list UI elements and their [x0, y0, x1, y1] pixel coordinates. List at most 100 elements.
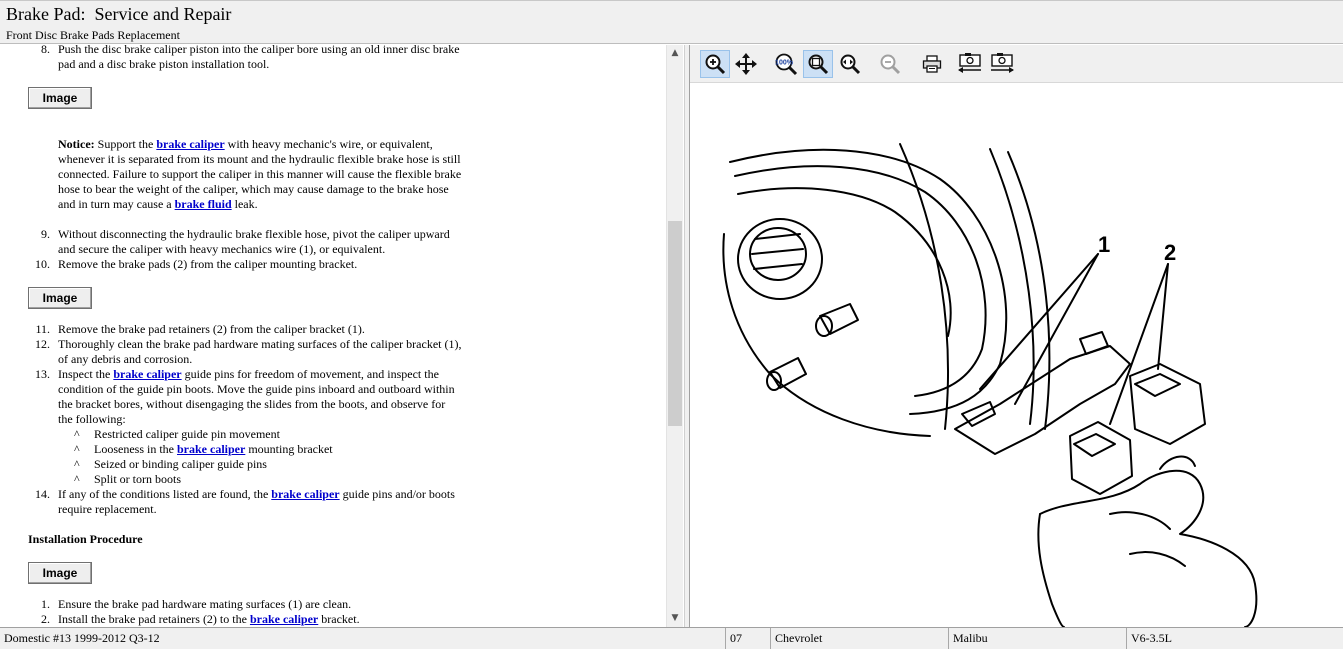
scroll-up-arrow-icon[interactable]: ▲ — [667, 45, 683, 62]
page-title: Brake Pad: Service and Repair — [6, 4, 232, 24]
status-engine: V6-3.5L — [1126, 628, 1343, 649]
step-text: Thoroughly clean the brake pad hardware … — [58, 337, 462, 351]
actual-size-button[interactable]: 100% — [771, 50, 801, 78]
step-text: bracket. — [318, 612, 360, 626]
brake-caliper-link[interactable]: brake caliper — [271, 487, 339, 501]
scroll-thumb[interactable] — [668, 221, 682, 426]
step-number: 14. — [35, 487, 50, 501]
step-number: 9. — [41, 227, 50, 241]
zoom-out-icon — [880, 54, 901, 75]
zoom-in-button[interactable] — [700, 50, 730, 78]
notice-text: with heavy mechanic's wire, or equivalen… — [224, 137, 433, 151]
rotor-face-arc — [737, 187, 952, 337]
step-text: If any of the conditions listed are foun… — [58, 487, 272, 501]
fit-window-button[interactable] — [803, 50, 833, 78]
notice-text: hose to bear the weight of the caliper, … — [58, 182, 449, 196]
bullet-text: Seized or binding caliper guide pins — [94, 457, 267, 471]
backing-plate-edge — [899, 143, 949, 430]
image-button[interactable]: Image — [28, 87, 92, 109]
image-viewer-pane: 100% 1 2 — [690, 45, 1343, 627]
notice-paragraph: Notice: Support the brake caliper with h… — [58, 137, 508, 212]
zoom-100-icon: 100% — [775, 53, 798, 76]
step-text: and secure the caliper with heavy mechan… — [58, 242, 386, 256]
bracket-retainer-clip — [1079, 331, 1109, 355]
brake-fluid-link[interactable]: brake fluid — [175, 197, 232, 211]
step-number: 13. — [35, 367, 50, 381]
step-number: 8. — [41, 45, 50, 56]
zoom-in-icon — [705, 54, 726, 75]
callout-2-leader — [1109, 263, 1169, 425]
caret-bullet-icon: ^ — [74, 457, 80, 471]
step-text: the following: — [58, 412, 126, 426]
page-subtitle: Front Disc Brake Pads Replacement — [6, 28, 180, 42]
status-make: Chevrolet — [770, 628, 948, 649]
pad-clip — [1073, 433, 1116, 457]
step-text: condition of the guide pin boots. Move t… — [58, 382, 455, 396]
vertical-scrollbar[interactable]: ▲ ▼ — [666, 45, 683, 627]
pan-arrows-icon — [735, 53, 757, 75]
brake-caliper-diagram: 1 2 — [722, 143, 1258, 627]
hub-thread-lines — [751, 233, 804, 270]
scroll-down-arrow-icon[interactable]: ▼ — [667, 610, 683, 627]
wheel-stud-end — [815, 315, 833, 337]
brake-caliper-link[interactable]: brake caliper — [156, 137, 224, 151]
step-text: Remove the brake pad retainers (2) from … — [58, 322, 365, 336]
brake-caliper-link[interactable]: brake caliper — [250, 612, 318, 626]
status-model: Malibu — [948, 628, 1126, 649]
document-header: Brake Pad: Service and Repair Front Disc… — [0, 0, 1343, 44]
notice-text: leak. — [231, 197, 258, 211]
pad-clip — [1134, 373, 1181, 397]
notice-text: connected. Failure to support the calipe… — [58, 167, 462, 181]
installation-procedure-heading: Installation Procedure — [28, 532, 143, 546]
status-bar: Domestic #13 1999-2012 Q3-12 07 Chevrole… — [0, 627, 1343, 649]
step-text: Without disconnecting the hydraulic brak… — [58, 227, 450, 241]
callout-1-label: 1 — [1098, 232, 1110, 257]
callout-2-label: 2 — [1164, 240, 1176, 265]
step-text: the bracket bores, without disengaging t… — [58, 397, 446, 411]
copy-image-button[interactable] — [955, 50, 985, 78]
step-number: 11. — [35, 322, 50, 336]
image-button[interactable]: Image — [28, 562, 92, 584]
hand-wrist — [1037, 513, 1065, 627]
image-button[interactable]: Image — [28, 287, 92, 309]
step-text: Install the brake pad retainers (2) to t… — [58, 612, 250, 626]
step-text: guide pins for freedom of movement, and … — [181, 367, 439, 381]
fit-width-button[interactable] — [835, 50, 865, 78]
finger-crease — [1129, 551, 1186, 567]
save-image-button[interactable] — [987, 50, 1017, 78]
step-number: 12. — [35, 337, 50, 351]
step-text: guide pins and/or boots — [339, 487, 455, 501]
brake-caliper-link[interactable]: brake caliper — [113, 367, 181, 381]
bullet-text: mounting bracket — [245, 442, 333, 456]
caret-bullet-icon: ^ — [74, 442, 80, 456]
zoom-100-label: 100% — [775, 60, 794, 67]
finger-crease — [1109, 511, 1171, 530]
camera-left-icon — [958, 53, 981, 73]
callout-1-leader — [979, 253, 1099, 390]
step-text: Remove the brake pads (2) from the calip… — [58, 257, 358, 271]
caret-bullet-icon: ^ — [74, 472, 80, 486]
brake-caliper-link[interactable]: brake caliper — [177, 442, 245, 456]
notice-label: Notice: — [58, 137, 95, 151]
hand-outline — [1039, 469, 1258, 627]
step-text: Push the disc brake caliper piston into … — [58, 45, 460, 56]
bullet-text: Split or torn boots — [94, 472, 182, 486]
camera-right-icon — [991, 53, 1014, 73]
notice-text: whenever it is separated from its mount … — [58, 152, 461, 166]
fit-width-icon — [840, 54, 861, 75]
brake-pad-lower — [1069, 421, 1133, 495]
step-text: Inspect the — [58, 367, 114, 381]
step-number: 1. — [41, 597, 50, 611]
pan-button[interactable] — [731, 50, 761, 78]
print-button[interactable] — [917, 50, 947, 78]
brake-pad-upper — [1129, 363, 1206, 445]
thumb-outline — [1159, 455, 1196, 470]
step-text: pad and a disc brake piston installation… — [58, 57, 270, 71]
wheel-stud — [819, 303, 859, 335]
procedure-text-pane[interactable]: 8. Push the disc brake caliper piston in… — [0, 45, 666, 627]
step-text: Ensure the brake pad hardware mating sur… — [58, 597, 352, 611]
image-toolbar: 100% — [690, 45, 1343, 83]
step-text: require replacement. — [58, 502, 157, 516]
status-database: Domestic #13 1999-2012 Q3-12 — [4, 631, 160, 645]
zoom-out-button[interactable] — [875, 50, 905, 78]
